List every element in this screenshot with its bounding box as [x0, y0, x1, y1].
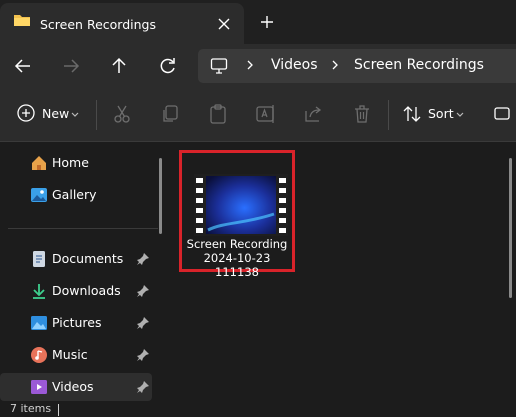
pin-icon[interactable] — [136, 316, 150, 330]
content-scrollbar[interactable] — [509, 158, 512, 298]
command-bar: New Sort — [0, 88, 516, 142]
sidebar-item-documents[interactable]: Documents — [0, 245, 152, 273]
forward-arrow-icon[interactable] — [56, 51, 86, 81]
chevron-down-icon — [455, 109, 465, 123]
tab-strip: Screen Recordings — [0, 0, 516, 44]
sidebar-item-label: Home — [52, 155, 89, 170]
sidebar-item-videos[interactable]: Videos — [0, 373, 152, 401]
pin-icon[interactable] — [136, 348, 150, 362]
navigation-bar: Videos Screen Recordings — [0, 44, 516, 88]
downloads-icon — [30, 282, 48, 300]
sidebar-item-gallery[interactable]: Gallery — [0, 181, 152, 209]
sidebar-item-pictures[interactable]: Pictures — [0, 309, 152, 337]
sidebar-item-label: Pictures — [52, 315, 102, 330]
file-name-line: 111138 — [215, 265, 259, 279]
chevron-right-icon — [329, 56, 341, 74]
breadcrumb-videos[interactable]: Videos — [271, 57, 318, 73]
divider — [8, 228, 158, 229]
item-count: 7 items — [10, 402, 52, 415]
share-icon[interactable] — [302, 102, 326, 126]
sidebar-item-label: Music — [52, 347, 88, 362]
chevron-right-icon — [244, 56, 256, 74]
sidebar-item-label: Videos — [52, 379, 94, 394]
status-bar: 7 items — [0, 402, 516, 417]
delete-icon[interactable] — [350, 102, 374, 126]
folder-icon — [13, 12, 31, 28]
refresh-icon[interactable] — [153, 51, 183, 81]
plus-circle-icon — [16, 103, 36, 126]
copy-icon[interactable] — [158, 102, 182, 126]
rename-icon[interactable] — [254, 102, 278, 126]
new-button-label: New — [42, 106, 70, 121]
file-list: Screen Recording 2024-10-23 111138 — [170, 142, 516, 404]
back-arrow-icon[interactable] — [8, 51, 38, 81]
navigation-pane: Home Gallery Documents Downloads Picture… — [0, 142, 170, 404]
pin-icon[interactable] — [136, 284, 150, 298]
view-icon[interactable] — [490, 102, 514, 126]
pin-icon[interactable] — [136, 252, 150, 266]
divider — [96, 100, 97, 130]
address-bar[interactable]: Videos Screen Recordings — [198, 49, 516, 83]
chevron-down-icon — [70, 109, 80, 123]
close-icon[interactable] — [213, 13, 235, 35]
sidebar-item-music[interactable]: Music — [0, 341, 152, 369]
cut-icon[interactable] — [110, 102, 134, 126]
sidebar-scrollbar[interactable] — [159, 158, 162, 234]
divider — [388, 100, 389, 130]
sidebar-item-label: Downloads — [52, 283, 121, 298]
pin-icon[interactable] — [136, 380, 150, 394]
file-item-screen-recording[interactable]: Screen Recording 2024-10-23 111138 — [179, 150, 295, 279]
documents-icon — [30, 250, 48, 268]
gallery-icon — [30, 186, 48, 204]
divider — [58, 404, 59, 416]
new-tab-icon[interactable] — [255, 10, 279, 34]
music-icon — [30, 346, 48, 364]
file-name-line: Screen Recording — [186, 237, 288, 251]
file-name-line: 2024-10-23 — [203, 251, 271, 265]
sort-button[interactable]: Sort — [400, 100, 470, 128]
sidebar-item-label: Documents — [52, 251, 124, 266]
sort-icon — [402, 104, 422, 127]
paste-icon[interactable] — [206, 102, 230, 126]
sidebar-item-home[interactable]: Home — [0, 149, 152, 177]
up-arrow-icon[interactable] — [104, 51, 134, 81]
videos-icon — [30, 378, 48, 396]
tab-screen-recordings[interactable]: Screen Recordings — [0, 3, 244, 44]
sidebar-item-label: Gallery — [52, 187, 97, 202]
pictures-icon — [30, 314, 48, 332]
tab-title: Screen Recordings — [40, 17, 156, 32]
breadcrumb-screen-recordings[interactable]: Screen Recordings — [354, 57, 484, 73]
new-button[interactable]: New — [14, 100, 84, 128]
sort-button-label: Sort — [428, 106, 454, 121]
this-pc-icon[interactable] — [210, 57, 228, 78]
video-thumbnail — [194, 174, 288, 236]
home-icon — [30, 154, 48, 172]
sidebar-item-downloads[interactable]: Downloads — [0, 277, 152, 305]
